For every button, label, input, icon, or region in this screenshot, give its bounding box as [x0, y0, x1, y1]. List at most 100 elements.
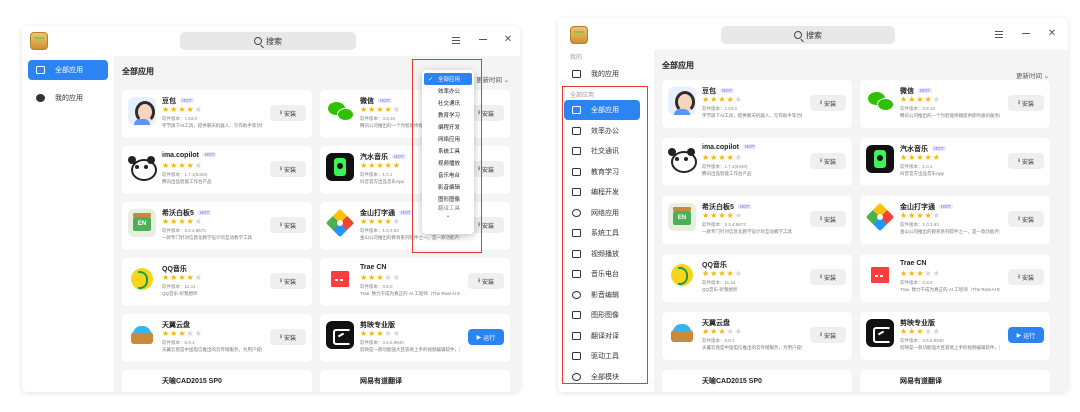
app-name: 天喻CAD2015 SP0	[162, 376, 222, 386]
dropdown-item[interactable]: 全部应用	[424, 73, 472, 85]
install-button[interactable]: ⭳ 安装	[1008, 211, 1044, 227]
app-description: 金山公司推出的教育系列软件之一，是一款功能齐全、数据丰富、界面友好的打字练习软件	[360, 235, 460, 240]
run-button[interactable]: ▶ 运行	[468, 329, 504, 345]
sidebar-item-category[interactable]: 视频播放	[564, 244, 640, 264]
hot-badge: HOT	[932, 146, 946, 151]
app-name-text: 网易有道翻译	[360, 378, 402, 385]
minimize-button[interactable]	[1020, 28, 1032, 40]
app-name: Trae CN	[900, 260, 926, 267]
install-button[interactable]: ⭳ 安装	[270, 105, 306, 121]
dropdown-item[interactable]: 图形图像	[422, 193, 474, 205]
app-card[interactable]: 希沃白板5HOT ★★★★★ 软件版本：5.2.4.8673 一款专门针对信息化教学设…	[122, 202, 312, 250]
ima-icon	[128, 153, 157, 181]
app-card[interactable]: 豆包 HOT ★★★★★ 软件版本：1.53.0 字节旗下AI工具，提供聊天机器人、写作…	[122, 90, 312, 138]
install-button[interactable]: ⭳ 安装	[468, 273, 504, 289]
app-card[interactable]: 天翼云盘 ★★★★★ 软件版本：6.9.1 天翼云盘是中国电信推出的云存储服务，为用户…	[662, 312, 852, 360]
app-card[interactable]: 汽水音乐 HOT ★★★★★ 软件版本：1.0.1 抖音官方出品音乐App ⭳ 安装	[860, 138, 1050, 186]
app-card[interactable]: 网易有道翻译	[320, 370, 510, 392]
app-card[interactable]: 天翼云盘 ★★★★★ 软件版本：6.9.1 天翼云盘是中国电信推出的云存储服务，为用户…	[122, 314, 312, 362]
install-button[interactable]: ⭳ 安装	[810, 327, 846, 343]
install-button[interactable]: ⭳ 安装	[1008, 269, 1044, 285]
chevron-down-icon[interactable]: ⌄	[422, 211, 474, 221]
app-card[interactable]: QQ音乐 ★★★★★ 软件版本：11.31 QQ音乐·听我想听 ⭳ 安装	[662, 254, 852, 302]
install-button[interactable]: ⭳ 安装	[270, 273, 306, 289]
sidebar-item-category[interactable]: 编程开发	[564, 182, 640, 202]
star-icon: ★	[932, 153, 941, 162]
download-icon: ⭳	[1017, 274, 1021, 280]
sidebar-item-category[interactable]: 效率办公	[564, 121, 640, 141]
sidebar-item-category[interactable]: 系统工具	[564, 223, 640, 243]
install-button[interactable]: ⭳ 安装	[810, 153, 846, 169]
app-card[interactable]: 汽水音乐 HOT ★★★★★ 软件版本：1.0.1 抖音官方出品音乐App ⭳ 安装	[320, 146, 510, 194]
app-card[interactable]: ima.copilot HOT ★★★★★ 软件版本：1.7.1(5440) 腾讯出品智…	[662, 138, 852, 186]
app-card[interactable]: 金山打字通 HOT ★★★★★ 软件版本：1.0.3.93 金山公司推出的教育系列软件之…	[860, 196, 1050, 244]
app-card[interactable]: 剪映专业版 ★★★★★ 软件版本：3.6.5.8940 剪映是一款功能强大且容易上手的…	[320, 314, 510, 362]
sidebar-item-category[interactable]: 音乐电台	[564, 264, 640, 284]
dropdown-item[interactable]: 编程开发	[422, 121, 474, 133]
sidebar-item-label: 图形图像	[591, 312, 619, 319]
app-card[interactable]: QQ音乐 ★★★★★ 软件版本：11.31 QQ音乐·听我想听 ⭳ 安装	[122, 258, 312, 306]
dropdown-item[interactable]: 视频播放	[422, 157, 474, 169]
sidebar-item-my-apps[interactable]: 我的应用	[564, 64, 648, 84]
dropdown-item[interactable]: 效率办公	[422, 85, 474, 97]
dropdown-item[interactable]: 影音编辑	[422, 181, 474, 193]
install-button[interactable]: ⭳ 安装	[810, 95, 846, 111]
sidebar-item-category[interactable]: 驱动工具	[564, 346, 640, 366]
minimize-button[interactable]	[477, 34, 489, 46]
app-card[interactable]: 金山打字通 HOT ★★★★★ 软件版本：1.0.3.93 金山公司推出的教育系列软件之…	[320, 202, 510, 250]
sidebar-item-category[interactable]: 图形图像	[564, 305, 640, 325]
app-card[interactable]: 豆包 HOT ★★★★★ 软件版本：1.53.0 字节旗下AI工具，提供聊天机器人、写作…	[662, 80, 852, 128]
app-card[interactable]: 网易有道翻译	[860, 370, 1050, 392]
sidebar-item-category[interactable]: 教育学习	[564, 162, 640, 182]
search-input[interactable]: 搜索	[180, 32, 356, 50]
close-button[interactable]: ✕	[502, 34, 514, 46]
sidebar-item-category[interactable]: 全部模块	[564, 367, 640, 387]
install-button[interactable]: ⭳ 安装	[810, 211, 846, 227]
sort-dropdown[interactable]: 更新时间 ⌄	[1016, 70, 1049, 80]
search-input[interactable]: 搜索	[721, 26, 895, 44]
sidebar-item-category[interactable]: 社交通讯	[564, 141, 640, 161]
sidebar-item-all-apps[interactable]: 全部应用	[28, 60, 108, 80]
app-card[interactable]: Trae CN ★★★★★ 软件版本：0.8.0 Trae, 致力于成为真正的 AI …	[860, 254, 1050, 302]
run-button[interactable]: ▶ 运行	[1008, 327, 1044, 343]
app-card[interactable]: 天喻CAD2015 SP0	[122, 370, 312, 392]
dropdown-item[interactable]: 社交通讯	[422, 97, 474, 109]
wechat-icon	[326, 97, 354, 125]
app-card[interactable]: 剪映专业版 ★★★★★ 软件版本：3.6.5.8940 剪映是一款功能强大且容易上手的…	[860, 312, 1050, 360]
sidebar-item-category[interactable]: 全部应用	[564, 100, 640, 120]
app-card[interactable]: 天喻CAD2015 SP0	[662, 370, 852, 392]
install-button[interactable]: ⭳ 安装	[1008, 153, 1044, 169]
dropdown-item[interactable]: 音乐电台	[422, 169, 474, 181]
sidebar-item-category[interactable]: 翻译对译	[564, 326, 640, 346]
sidebar-item-my-apps[interactable]: 我的应用	[28, 88, 108, 108]
sidebar-item-category[interactable]: 网络应用	[564, 203, 640, 223]
app-version: 软件版本：1.0.1	[900, 164, 933, 169]
button-label: 安装	[824, 333, 837, 340]
app-card[interactable]: ima.copilot HOT ★★★★★ 软件版本：1.7.1(5440) 腾讯出品智…	[122, 146, 312, 194]
button-label: 安装	[482, 223, 495, 230]
dropdown-item-partial[interactable]: 翻译工具	[422, 205, 474, 211]
app-version: 软件版本：11.31	[702, 280, 736, 285]
app-card[interactable]: 微信HOT★★★★★软件版本：3.8.10腾讯公司推出的一个为智能终端提供即时通…	[860, 80, 1050, 128]
install-button[interactable]: ⭳ 安装	[1008, 95, 1044, 111]
sort-dropdown[interactable]: 更新时间 ⌄	[476, 74, 509, 84]
install-button[interactable]: ⭳ 安装	[270, 217, 306, 233]
sidebar-item-category[interactable]: 影音编辑	[564, 285, 640, 305]
close-button[interactable]: ✕	[1046, 28, 1058, 40]
app-card[interactable]: Trae CN ★★★★★ 软件版本：0.8.0 Trae, 致力于成为真正的 AI …	[320, 258, 510, 306]
dropdown-item[interactable]: 系统工具	[422, 145, 474, 157]
install-button[interactable]: ⭳ 安装	[270, 161, 306, 177]
menu-button[interactable]	[450, 34, 462, 46]
install-button[interactable]: ⭳ 安装	[810, 269, 846, 285]
app-card[interactable]: 微信HOT★★★★★软件版本：3.8.10腾讯公司推出的一个为智能终端提供即时通…	[320, 90, 510, 138]
monitor-icon	[572, 106, 581, 114]
star-icon: ★	[718, 153, 727, 162]
install-button[interactable]: ⭳ 安装	[270, 329, 306, 345]
title-bar: 搜索 ✕	[558, 18, 1068, 50]
dropdown-item[interactable]: 教育学习	[422, 109, 474, 121]
menu-button[interactable]	[993, 28, 1005, 40]
button-label: 安装	[1022, 275, 1035, 282]
app-version: 软件版本：5.2.4.8673	[162, 228, 206, 233]
dropdown-item[interactable]: 网络应用	[422, 133, 474, 145]
app-card[interactable]: 希沃白板5HOT ★★★★★ 软件版本：5.2.4.8673 一款专门针对信息化教学设…	[662, 196, 852, 244]
